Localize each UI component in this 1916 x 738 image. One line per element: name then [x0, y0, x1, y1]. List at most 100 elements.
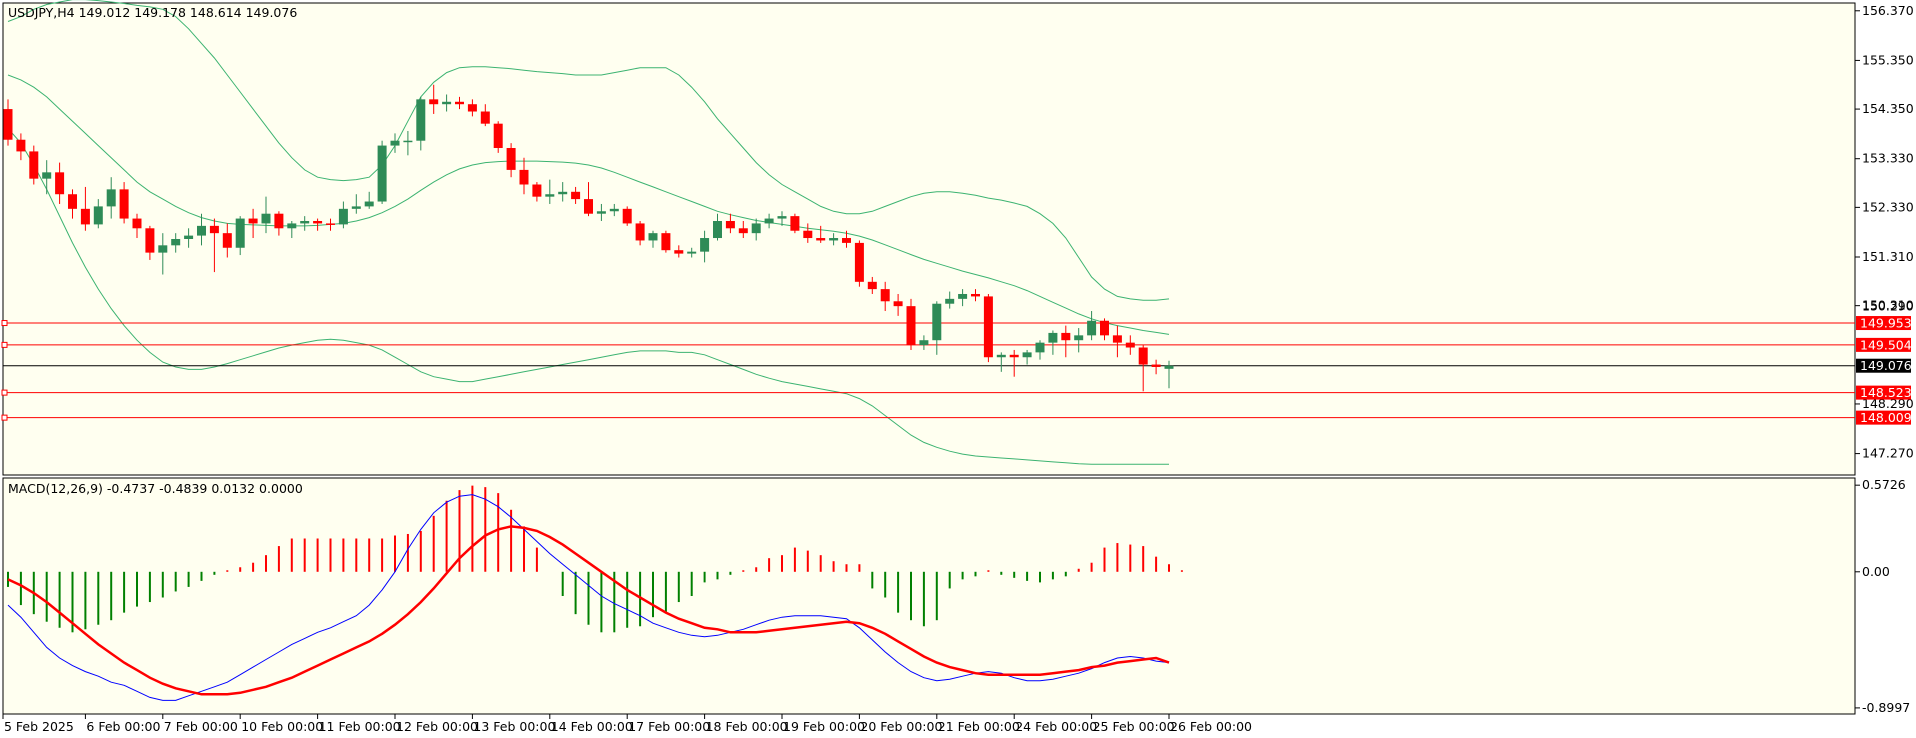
- time-tick-label: 13 Feb 00:00: [473, 719, 555, 734]
- candle-body: [248, 218, 258, 224]
- candle-body: [119, 189, 129, 219]
- candle-body: [171, 239, 181, 246]
- candle-body: [1022, 352, 1032, 358]
- price-tick-label: 153.330: [1862, 151, 1914, 166]
- candle-body: [545, 194, 555, 197]
- candle-body: [261, 213, 271, 224]
- candle-body: [1164, 365, 1174, 369]
- candle-body: [145, 228, 155, 253]
- candle-body: [300, 220, 310, 224]
- candle-body: [80, 208, 90, 225]
- candle-body: [93, 206, 103, 225]
- candle-body: [764, 218, 774, 224]
- time-tick-label: 12 Feb 00:00: [396, 719, 478, 734]
- candle-body: [1087, 320, 1097, 336]
- candle-body: [906, 306, 916, 346]
- price-tick-label-partial: 150.290: [1862, 299, 1914, 314]
- candle-body: [777, 216, 787, 219]
- level-anchor-3: [1, 414, 8, 421]
- candle-body: [493, 123, 503, 149]
- candle-body: [1125, 342, 1135, 348]
- time-tick-label: 11 Feb 00:00: [319, 719, 401, 734]
- candle-body: [197, 225, 206, 236]
- candle-body: [700, 238, 710, 252]
- candle-body: [467, 104, 477, 112]
- candle-body: [364, 201, 374, 207]
- candle-body: [596, 211, 606, 214]
- time-tick-label: 10 Feb 00:00: [241, 719, 323, 734]
- price-tick-label: 151.310: [1862, 249, 1914, 264]
- main-price-panel[interactable]: [2, 2, 1856, 476]
- macd-axis: 0.5726 0.00 -0.8997: [1855, 477, 1910, 715]
- candle-body: [209, 225, 219, 234]
- candle-body: [558, 191, 568, 195]
- time-tick-label: 18 Feb 00:00: [706, 719, 788, 734]
- chart-header: USDJPY,H4 149.012 149.178 148.614 149.07…: [8, 5, 297, 20]
- level-tag-label: 149.504: [1860, 337, 1912, 352]
- time-tick-label: 20 Feb 00:00: [860, 719, 942, 734]
- candle-body: [996, 354, 1006, 358]
- trading-chart[interactable]: 156.370 155.350 154.350 153.330 152.330 151.3…: [0, 0, 1916, 738]
- level-anchor-0: [1, 320, 8, 327]
- macd-tick-label: -0.8997: [1862, 700, 1910, 715]
- candle-body: [738, 228, 748, 234]
- candle-body: [1061, 332, 1071, 341]
- candle-body: [725, 220, 735, 229]
- candle-body: [1100, 320, 1109, 336]
- candle-body: [842, 238, 851, 243]
- level-anchor-1: [1, 341, 8, 348]
- time-tick-label: 26 Feb 00:00: [1170, 719, 1252, 734]
- candle-body: [751, 223, 761, 234]
- candle-body: [945, 298, 955, 304]
- level-anchor-2: [1, 389, 8, 396]
- time-tick-label: 25 Feb 00:00: [1093, 719, 1175, 734]
- time-tick-label: 14 Feb 00:00: [551, 719, 633, 734]
- candle-body: [1035, 342, 1045, 353]
- candle-body: [1009, 354, 1019, 358]
- candle-body: [42, 172, 52, 179]
- last-price-tag-label: 149.076: [1860, 358, 1912, 373]
- candle-body: [287, 223, 297, 229]
- candle: [983, 293, 993, 363]
- candle-body: [790, 216, 800, 231]
- candle: [854, 240, 864, 287]
- candle-body: [1151, 364, 1161, 367]
- time-tick-label: 24 Feb 00:00: [1015, 719, 1097, 734]
- candle-body: [429, 99, 439, 105]
- price-tick-label: 152.330: [1862, 199, 1914, 214]
- time-tick-label: 17 Feb 00:00: [628, 719, 710, 734]
- candle-body: [1138, 347, 1148, 365]
- candle-body: [919, 340, 929, 346]
- candle-body: [609, 208, 619, 212]
- candle-body: [313, 220, 323, 224]
- time-tick-label: 21 Feb 00:00: [938, 719, 1020, 734]
- candle-body: [932, 303, 942, 341]
- candle-body: [983, 296, 993, 358]
- candle-body: [222, 233, 232, 248]
- candle-body: [106, 189, 116, 207]
- candle-body: [158, 245, 168, 253]
- candle-body: [351, 206, 361, 209]
- candle-body: [16, 139, 26, 152]
- time-tick-label: 6 Feb 00:00: [86, 719, 160, 734]
- candle-body: [455, 101, 464, 105]
- candle-body: [1074, 335, 1084, 341]
- price-tick-label: 147.270: [1862, 446, 1914, 461]
- candle-body: [55, 172, 65, 195]
- macd-tick-label: 0.5726: [1862, 477, 1906, 492]
- candle-body: [1048, 332, 1058, 343]
- candle-body: [132, 218, 142, 229]
- level-tag-label: 148.523: [1860, 385, 1912, 400]
- level-tag-label: 148.009: [1860, 410, 1912, 425]
- level-tag-label: 149.953: [1860, 316, 1912, 331]
- candle-body: [661, 233, 671, 251]
- candle-body: [416, 99, 426, 141]
- candle: [661, 230, 671, 253]
- candle-body: [274, 213, 284, 229]
- candle-body: [829, 238, 839, 241]
- candle: [377, 140, 387, 204]
- candle-body: [803, 230, 813, 239]
- candle: [790, 213, 800, 234]
- candle-body: [571, 191, 581, 200]
- candle-body: [326, 223, 335, 225]
